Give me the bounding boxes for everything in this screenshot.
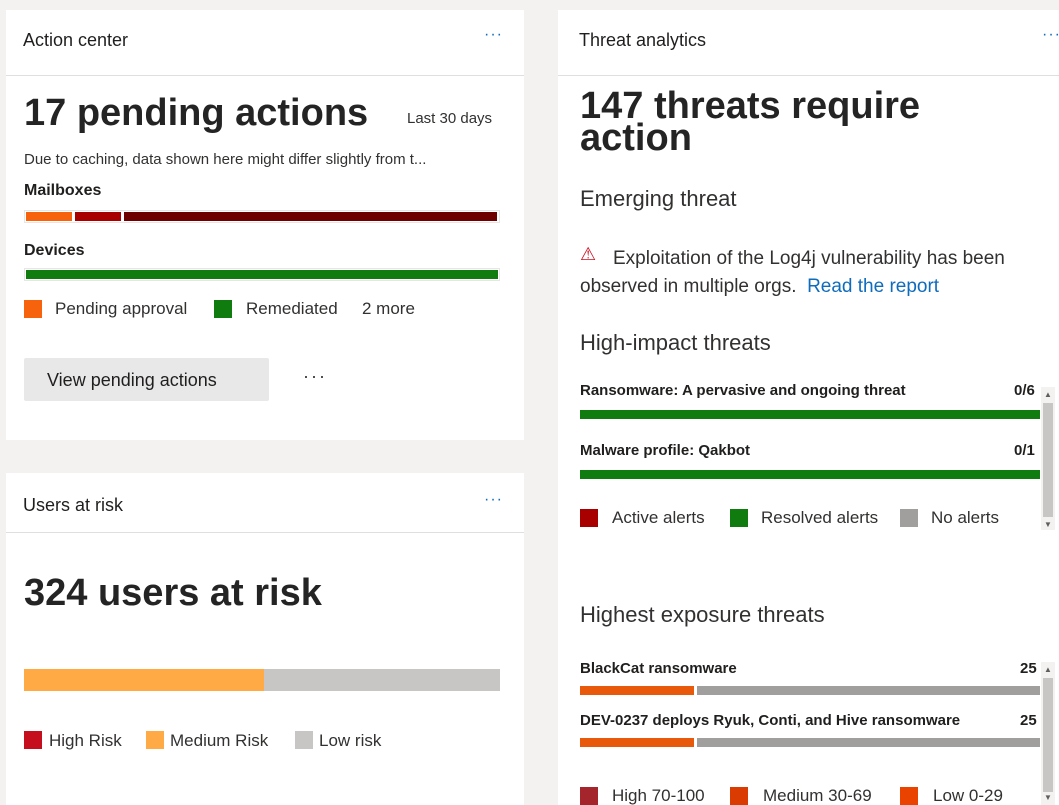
- legend-remediated-swatch: [214, 300, 232, 318]
- mailboxes-bar-pending: [26, 212, 72, 221]
- exposure-row[interactable]: BlackCat ransomware 25: [580, 658, 1040, 698]
- high-impact-list: Ransomware: A pervasive and ongoing thre…: [580, 380, 1059, 530]
- mailboxes-bar-segment-3: [124, 212, 497, 221]
- legend-medium-risk-swatch: [146, 731, 164, 749]
- view-pending-actions-label: View pending actions: [47, 370, 217, 390]
- legend-high-70-100-swatch: [580, 787, 598, 805]
- legend-low-risk-swatch: [295, 731, 313, 749]
- emerging-threat-title: Emerging threat: [580, 186, 737, 211]
- mailboxes-bar[interactable]: [24, 210, 500, 223]
- action-center-actions-more-button[interactable]: ···: [303, 366, 327, 387]
- mailboxes-label: Mailboxes: [24, 182, 102, 199]
- legend-more-link[interactable]: 2 more: [362, 299, 415, 319]
- legend-no-alerts-swatch: [900, 509, 918, 527]
- users-at-risk-header: Users at risk ···: [6, 473, 524, 533]
- scroll-down-icon[interactable]: ▼: [1044, 521, 1052, 529]
- exposure-name: BlackCat ransomware: [580, 660, 737, 677]
- scroll-down-icon[interactable]: ▼: [1044, 794, 1052, 802]
- legend-resolved-alerts-swatch: [730, 509, 748, 527]
- risk-bar-medium: [24, 669, 264, 691]
- legend-medium-risk: Medium Risk: [170, 731, 269, 750]
- high-impact-count: 0/6: [1014, 382, 1035, 399]
- legend-resolved-alerts: Resolved alerts: [761, 508, 879, 527]
- exposure-name: DEV-0237 deploys Ryuk, Conti, and Hive r…: [580, 712, 961, 729]
- threat-analytics-title: Threat analytics: [579, 30, 707, 50]
- emerging-threat-description: Exploitation of the Log4j vulnerability …: [580, 245, 1050, 301]
- high-impact-bar-resolved: [580, 470, 1040, 479]
- legend-no-alerts: No alerts: [931, 508, 1000, 527]
- high-impact-scrollbar-thumb[interactable]: [1043, 403, 1053, 517]
- legend-active-alerts: Active alerts: [612, 508, 705, 527]
- action-center-card: Action center ··· 17 pending actions Las…: [6, 10, 524, 440]
- high-impact-count: 0/1: [1014, 442, 1035, 459]
- high-impact-row[interactable]: Malware profile: Qakbot 0/1: [580, 440, 1040, 484]
- pending-actions-headline: 17 pending actions: [24, 92, 369, 134]
- devices-label: Devices: [24, 242, 85, 259]
- devices-bar-remediated: [26, 270, 498, 279]
- caching-note: Due to caching, data shown here might di…: [24, 151, 427, 168]
- emerging-threat-line1: Exploitation of the Log4j vulnerability …: [613, 248, 1005, 269]
- legend-low-0-29-swatch: [900, 787, 918, 805]
- legend-high-70-100: High 70-100: [612, 786, 705, 805]
- exposure-row[interactable]: DEV-0237 deploys Ryuk, Conti, and Hive r…: [580, 710, 1040, 750]
- exposure-list: BlackCat ransomware 25 DEV-0237 deploys …: [580, 658, 1059, 805]
- threat-analytics-header: Threat analytics ···: [558, 10, 1059, 76]
- devices-bar[interactable]: [24, 268, 500, 281]
- legend-high-risk: High Risk: [49, 731, 122, 750]
- action-center-title: Action center: [23, 30, 129, 50]
- scroll-up-icon[interactable]: ▲: [1044, 666, 1052, 674]
- threat-analytics-card: Threat analytics ··· 147 threats require…: [558, 10, 1059, 805]
- high-impact-bar-resolved: [580, 410, 1040, 419]
- legend-active-alerts-swatch: [580, 509, 598, 527]
- exposure-title: Highest exposure threats: [580, 602, 825, 627]
- users-at-risk-card: Users at risk ··· 324 users at risk High…: [6, 473, 524, 805]
- mailboxes-bar-segment-2: [75, 212, 121, 221]
- high-impact-name: Malware profile: Qakbot: [580, 442, 751, 459]
- emerging-threat-line2: observed in multiple orgs.: [580, 276, 797, 297]
- scroll-up-icon[interactable]: ▲: [1044, 391, 1052, 399]
- legend-medium-30-69-swatch: [730, 787, 748, 805]
- exposure-scrollbar[interactable]: ▲ ▼: [1041, 662, 1055, 805]
- high-impact-scrollbar[interactable]: ▲ ▼: [1041, 387, 1055, 530]
- risk-bar[interactable]: [24, 669, 500, 691]
- threat-analytics-more-button[interactable]: ···: [1042, 26, 1059, 44]
- exposure-bar-rest: [697, 686, 1040, 695]
- period-label: Last 30 days: [407, 110, 493, 127]
- users-at-risk-more-button[interactable]: ···: [484, 491, 503, 509]
- exposure-bar-medium: [580, 686, 694, 695]
- exposure-count: 25: [1020, 712, 1037, 729]
- exposure-scrollbar-thumb[interactable]: [1043, 678, 1053, 792]
- threats-headline: 147 threats require action: [580, 87, 920, 157]
- legend-medium-30-69: Medium 30-69: [763, 786, 872, 805]
- legend-pending-approval-swatch: [24, 300, 42, 318]
- high-impact-row[interactable]: Ransomware: A pervasive and ongoing thre…: [580, 380, 1040, 424]
- exposure-bar-rest: [697, 738, 1040, 747]
- exposure-bar-medium: [580, 738, 694, 747]
- legend-low-risk: Low risk: [319, 731, 382, 750]
- high-impact-title: High-impact threats: [580, 330, 771, 355]
- action-center-more-button[interactable]: ···: [484, 26, 503, 44]
- users-at-risk-title: Users at risk: [23, 495, 124, 515]
- legend-high-risk-swatch: [24, 731, 42, 749]
- legend-remediated: Remediated: [246, 299, 338, 318]
- legend-pending-approval: Pending approval: [55, 299, 188, 318]
- legend-low-0-29: Low 0-29: [933, 786, 1003, 805]
- read-the-report-link[interactable]: Read the report: [807, 276, 939, 297]
- high-impact-name: Ransomware: A pervasive and ongoing thre…: [580, 382, 906, 399]
- action-center-header: Action center ···: [6, 10, 524, 76]
- users-at-risk-headline: 324 users at risk: [24, 572, 322, 614]
- risk-bar-low: [264, 669, 500, 691]
- view-pending-actions-button[interactable]: View pending actions: [24, 358, 269, 401]
- exposure-count: 25: [1020, 660, 1037, 677]
